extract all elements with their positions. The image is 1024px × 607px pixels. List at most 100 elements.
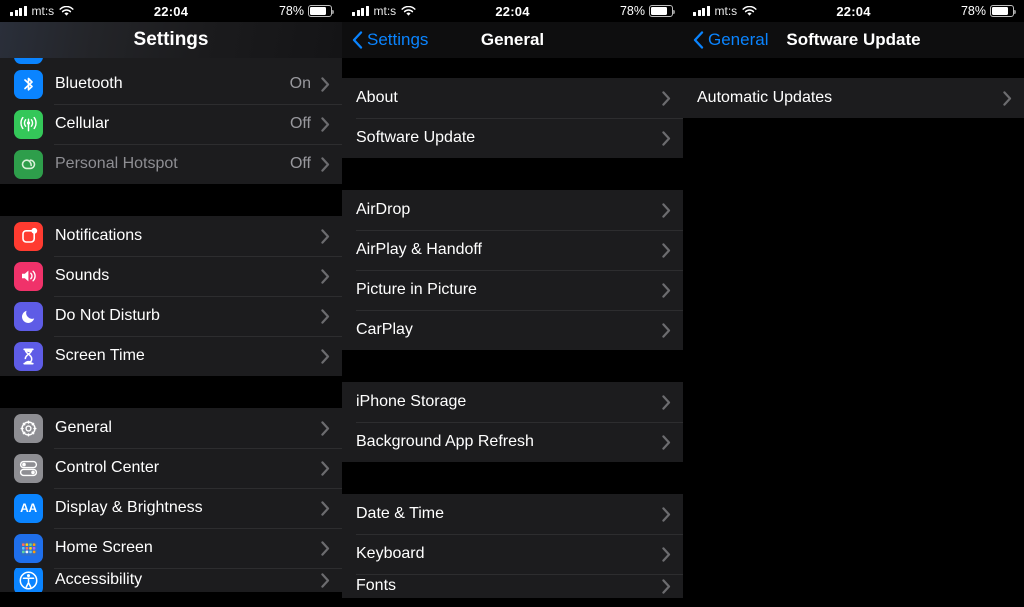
wifi-icon (742, 5, 757, 16)
group-separator (342, 350, 683, 382)
sidebar-item-label: Do Not Disturb (55, 307, 160, 324)
list-item-carplay[interactable]: CarPlay (342, 310, 683, 350)
software-update-group: Automatic Updates (683, 78, 1024, 118)
wifi-icon (59, 5, 74, 16)
sidebar-item-label: Screen Time (55, 347, 145, 364)
sidebar-item-general[interactable]: General (0, 408, 342, 448)
list-item-airplay-handoff[interactable]: AirPlay & Handoff (342, 230, 683, 270)
sidebar-item-label: Sounds (55, 267, 110, 284)
group-separator (0, 184, 342, 216)
nav-bar-settings: Settings (0, 22, 342, 58)
chevron-right-icon (662, 90, 671, 106)
group-separator (0, 376, 342, 408)
list-item-label: Date & Time (356, 505, 445, 522)
chevron-right-icon (662, 506, 671, 522)
sidebar-item-accessibility[interactable]: Accessibility (0, 568, 342, 592)
list-item-label: Fonts (356, 577, 397, 594)
battery-icon (308, 5, 335, 17)
sidebar-item-home-screen[interactable]: Home Screen (0, 528, 342, 568)
chevron-right-icon (662, 242, 671, 258)
screen-time-icon (14, 341, 43, 371)
status-bar-left: mt:s (10, 4, 74, 18)
sidebar-item-do-not-disturb[interactable]: Do Not Disturb (0, 296, 342, 336)
list-item-software-update[interactable]: Software Update (342, 118, 683, 158)
chevron-right-icon (321, 540, 330, 556)
list-item-label: AirDrop (356, 201, 411, 218)
back-button-settings[interactable]: Settings (352, 30, 428, 50)
back-button-label: General (708, 30, 769, 49)
settings-group-system: General Control Center AA Display & Brig… (0, 408, 342, 592)
nav-bar-software-update: General Software Update (683, 22, 1024, 58)
list-item-picture-in-picture[interactable]: Picture in Picture (342, 270, 683, 310)
list-item-date-time[interactable]: Date & Time (342, 494, 683, 534)
status-bar-settings: mt:s 22:04 78% (0, 0, 342, 22)
settings-group-connectivity: Bluetooth On Cellular Off Personal Hotsp… (0, 64, 342, 184)
chevron-right-icon (321, 348, 330, 364)
list-item-automatic-updates[interactable]: Automatic Updates (683, 78, 1024, 118)
status-bar-left: mt:s (352, 4, 416, 18)
sidebar-item-label: Display & Brightness (55, 499, 203, 516)
list-top-spacer (683, 58, 1024, 78)
list-item-label: AirPlay & Handoff (356, 241, 482, 258)
list-item-about[interactable]: About (342, 78, 683, 118)
gear-icon (14, 413, 43, 443)
list-item-airdrop[interactable]: AirDrop (342, 190, 683, 230)
chevron-left-icon (693, 31, 704, 49)
list-item-label: Background App Refresh (356, 433, 534, 450)
sidebar-item-control-center[interactable]: Control Center (0, 448, 342, 488)
chevron-right-icon (662, 282, 671, 298)
wifi-icon (401, 5, 416, 16)
panel-software-update: mt:s 22:04 78% General Software Update A… (683, 0, 1024, 607)
chevron-right-icon (662, 434, 671, 450)
chevron-right-icon (321, 420, 330, 436)
signal-bars-icon (693, 6, 710, 16)
list-item-label: Picture in Picture (356, 281, 477, 298)
list-item-keyboard[interactable]: Keyboard (342, 534, 683, 574)
list-item-iphone-storage[interactable]: iPhone Storage (342, 382, 683, 422)
general-group-input: Date & Time Keyboard Fonts (342, 494, 683, 598)
chevron-right-icon (321, 228, 330, 244)
battery-percent-label: 78% (278, 4, 304, 18)
list-item-background-app-refresh[interactable]: Background App Refresh (342, 422, 683, 462)
back-button-general[interactable]: General (693, 30, 768, 50)
list-item-label: Keyboard (356, 545, 425, 562)
status-bar-right: 78% (278, 4, 335, 18)
control-center-icon (14, 453, 43, 483)
group-separator (342, 462, 683, 494)
accessibility-icon (14, 568, 43, 592)
sidebar-item-display-brightness[interactable]: AA Display & Brightness (0, 488, 342, 528)
sidebar-item-cellular[interactable]: Cellular Off (0, 104, 342, 144)
list-item-fonts[interactable]: Fonts (342, 574, 683, 598)
sidebar-item-personal-hotspot[interactable]: Personal Hotspot Off (0, 144, 342, 184)
chevron-right-icon (321, 116, 330, 132)
chevron-right-icon (662, 202, 671, 218)
sidebar-item-sounds[interactable]: Sounds (0, 256, 342, 296)
general-group-storage: iPhone Storage Background App Refresh (342, 382, 683, 462)
back-button-label: Settings (367, 30, 429, 49)
group-separator (342, 158, 683, 190)
sounds-icon (14, 261, 43, 291)
sidebar-item-label: Cellular (55, 115, 110, 132)
chevron-right-icon (321, 460, 330, 476)
sidebar-item-notifications[interactable]: Notifications (0, 216, 342, 256)
personal-hotspot-icon (14, 149, 43, 179)
display-brightness-icon: AA (14, 493, 43, 523)
chevron-right-icon (662, 546, 671, 562)
status-bar-right: 78% (961, 4, 1017, 18)
chevron-right-icon (321, 268, 330, 284)
cellular-icon (14, 109, 43, 139)
nav-bar-general: Settings General (342, 22, 683, 58)
sidebar-item-label: Bluetooth (55, 75, 123, 92)
sidebar-item-value: On (289, 75, 311, 92)
list-item-label: Software Update (356, 129, 476, 146)
bluetooth-icon (14, 69, 43, 99)
page-title: Settings (133, 29, 209, 50)
sidebar-item-bluetooth[interactable]: Bluetooth On (0, 64, 342, 104)
sidebar-item-label: Accessibility (55, 571, 143, 588)
sidebar-item-screen-time[interactable]: Screen Time (0, 336, 342, 376)
settings-group-alerts: Notifications Sounds Do Not Disturb Scre… (0, 216, 342, 376)
panel-general: mt:s 22:04 78% Settings General About So… (342, 0, 683, 607)
chevron-right-icon (321, 308, 330, 324)
battery-percent-label: 78% (619, 4, 645, 18)
carrier-label: mt:s (31, 4, 55, 18)
